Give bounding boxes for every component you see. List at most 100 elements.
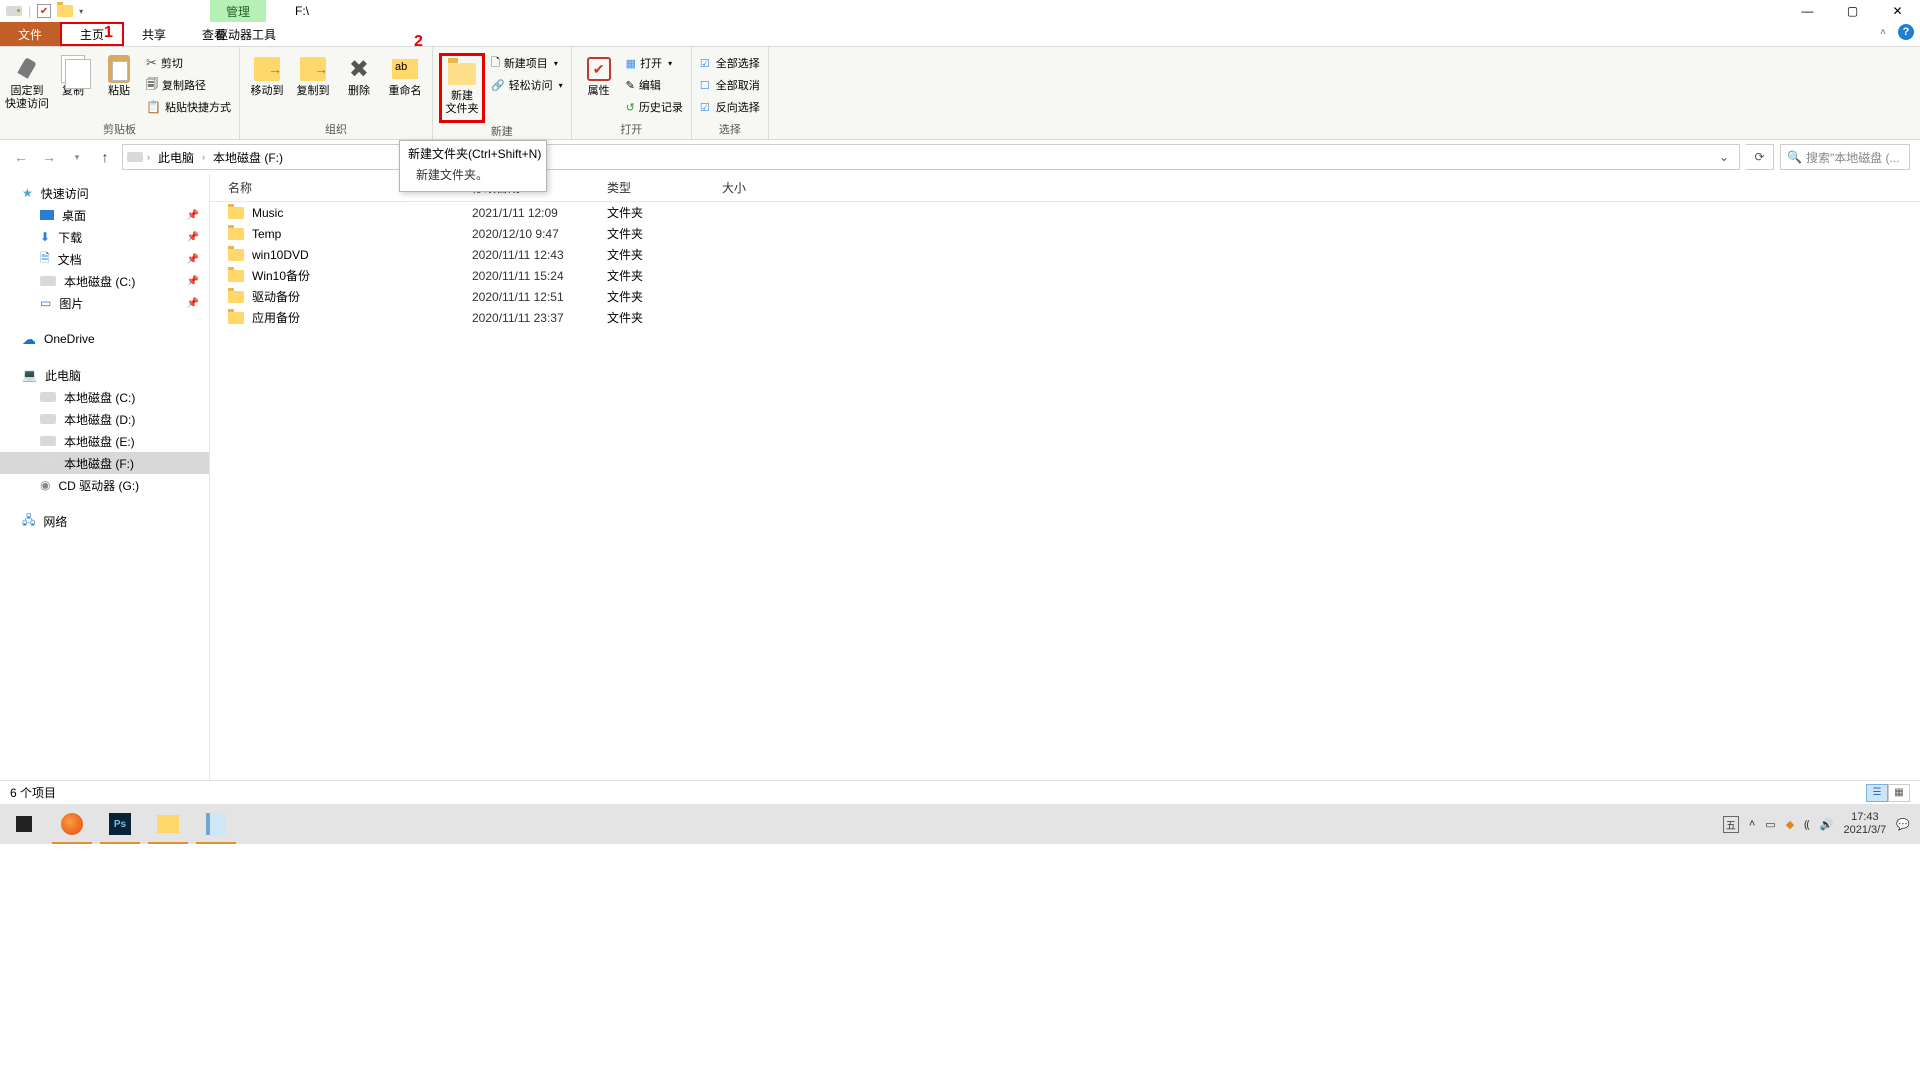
taskbar-firefox[interactable] [48,804,96,844]
window-title: F:\ [295,4,309,18]
sidebar-this-pc[interactable]: 此电脑 [0,364,209,386]
cut-button[interactable]: 剪切 [144,53,233,73]
firefox-icon [61,813,83,835]
history-button[interactable]: ↺历史记录 [624,97,685,117]
refresh-button[interactable]: ⟳ [1746,144,1774,170]
nav-back-button[interactable]: ← [10,146,32,168]
file-name: win10DVD [252,248,309,262]
pin-icon: 📌 [187,232,199,243]
column-type[interactable]: 类型 [595,179,710,196]
view-details-button[interactable]: ☰ [1866,784,1888,802]
drive-icon [40,414,56,424]
tray-ime[interactable]: 五 [1723,816,1739,833]
search-input[interactable]: 🔍 搜索"本地磁盘 (... [1780,144,1910,170]
nav-forward-button[interactable]: → [38,146,60,168]
pin-to-quick-access-button[interactable]: 固定到 快速访问 [6,53,48,113]
rename-button[interactable]: 重命名 [384,53,426,100]
pin-icon: 📌 [187,298,199,309]
help-icon[interactable]: ? [1898,24,1914,40]
sidebar-downloads[interactable]: 下载📌 [0,226,209,248]
tray-wifi-icon[interactable]: ⸨ [1804,817,1810,832]
select-all-button[interactable]: 全部选择 [698,53,762,73]
breadcrumb-drive[interactable]: 本地磁盘 (F:) [209,149,287,166]
tab-drive-tools[interactable]: 驱动器工具 [206,22,286,47]
contextual-tab-manage[interactable]: 管理 [210,0,266,22]
taskbar-notepad[interactable] [192,804,240,844]
group-label-open: 打开 [620,121,642,137]
table-row[interactable]: 应用备份2020/11/11 23:37文件夹 [210,307,1920,328]
tab-home[interactable]: 主页 [60,22,124,46]
invert-selection-button[interactable]: 反向选择 [698,97,762,117]
delete-button[interactable]: ✖删除 [338,53,380,100]
new-item-icon: 🗋 [491,54,500,73]
sidebar-drive-c-pinned[interactable]: 本地磁盘 (C:)📌 [0,270,209,292]
copy-path-button[interactable]: 复制路径 [144,75,233,95]
nav-recent-dropdown[interactable]: ▾ [66,146,88,168]
table-row[interactable]: Win10备份2020/11/11 15:24文件夹 [210,265,1920,286]
sidebar-drive-d[interactable]: 本地磁盘 (D:) [0,408,209,430]
tab-share[interactable]: 共享 [124,22,184,46]
select-none-button[interactable]: 全部取消 [698,75,762,95]
sidebar-drive-c[interactable]: 本地磁盘 (C:) [0,386,209,408]
tray-volume-icon[interactable]: 🔊 [1820,818,1834,831]
qat-properties-icon[interactable]: ✔ [37,4,51,18]
qat-newfolder-icon[interactable] [57,5,73,17]
new-folder-button[interactable]: 新建 文件夹 [439,53,485,123]
table-row[interactable]: win10DVD2020/11/11 12:43文件夹 [210,244,1920,265]
edit-button[interactable]: ✎编辑 [624,75,685,95]
delete-icon: ✖ [344,55,374,83]
easy-access-button[interactable]: 🔗轻松访问▾ [489,75,565,95]
open-button[interactable]: ▦打开▾ [624,53,685,73]
taskbar[interactable]: Ps 五 ˄ ▭ ◆ ⸨ 🔊 17:432021/3/7 💬 [0,804,1920,844]
folder-icon [228,270,244,282]
sidebar-network[interactable]: 网络 [0,510,209,532]
sidebar-pictures[interactable]: 图片📌 [0,292,209,314]
qat-dropdown-icon[interactable]: ▾ [79,7,87,16]
download-icon [40,230,50,244]
rename-icon [392,59,418,79]
sidebar-onedrive[interactable]: OneDrive [0,328,209,350]
sidebar-cd-drive[interactable]: CD 驱动器 (G:) [0,474,209,496]
minimize-button[interactable]: — [1785,0,1830,22]
address-dropdown-icon[interactable]: ⌄ [1713,150,1735,164]
nav-up-button[interactable]: ↑ [94,146,116,168]
tray-clock[interactable]: 17:432021/3/7 [1843,811,1886,837]
move-to-button[interactable]: 移动到 [246,53,288,100]
navigation-pane[interactable]: ★快速访问 桌面📌 下载📌 文档📌 本地磁盘 (C:)📌 图片📌 OneDriv… [0,174,210,780]
maximize-button[interactable]: ▢ [1830,0,1875,22]
paste-button[interactable]: 粘贴 [98,53,140,100]
address-bar[interactable]: › 此电脑 › 本地磁盘 (F:) ⌄ [122,144,1740,170]
tray-app-icon[interactable]: ◆ [1786,818,1794,831]
table-row[interactable]: Temp2020/12/10 9:47文件夹 [210,223,1920,244]
sidebar-documents[interactable]: 文档📌 [0,248,209,270]
table-row[interactable]: Music2021/1/11 12:09文件夹 [210,202,1920,223]
taskbar-photoshop[interactable]: Ps [96,804,144,844]
tray-battery-icon[interactable]: ▭ [1765,818,1775,831]
column-size[interactable]: 大小 [710,179,780,196]
tray-chevron-icon[interactable]: ˄ [1749,818,1755,830]
sidebar-desktop[interactable]: 桌面📌 [0,204,209,226]
view-icons-button[interactable]: ▦ [1888,784,1910,802]
breadcrumb-pc[interactable]: 此电脑 [154,149,198,166]
copy-to-button[interactable]: 复制到 [292,53,334,100]
file-list[interactable]: Music2021/1/11 12:09文件夹Temp2020/12/10 9:… [210,202,1920,780]
properties-button[interactable]: 属性 [578,53,620,100]
start-button[interactable] [0,804,48,844]
desktop-icon [40,210,54,220]
sidebar-quick-access[interactable]: ★快速访问 [0,182,209,204]
file-type: 文件夹 [595,288,710,305]
close-button[interactable]: ✕ [1875,0,1920,22]
address-drive-icon [127,152,143,162]
tab-file[interactable]: 文件 [0,22,60,46]
sidebar-drive-e[interactable]: 本地磁盘 (E:) [0,430,209,452]
taskbar-explorer[interactable] [144,804,192,844]
copy-button[interactable]: 复制 [52,53,94,100]
new-item-button[interactable]: 🗋新建项目▾ [489,53,565,73]
tray-notifications-icon[interactable]: 💬 [1896,818,1910,831]
collapse-ribbon-icon[interactable]: ˄ [1880,27,1886,38]
sidebar-drive-f[interactable]: 本地磁盘 (F:) [0,452,209,474]
table-row[interactable]: 驱动备份2020/11/11 12:51文件夹 [210,286,1920,307]
paste-shortcut-button[interactable]: 粘贴快捷方式 [144,97,233,117]
copy-to-icon [300,57,326,81]
pin-icon: 📌 [187,276,199,287]
